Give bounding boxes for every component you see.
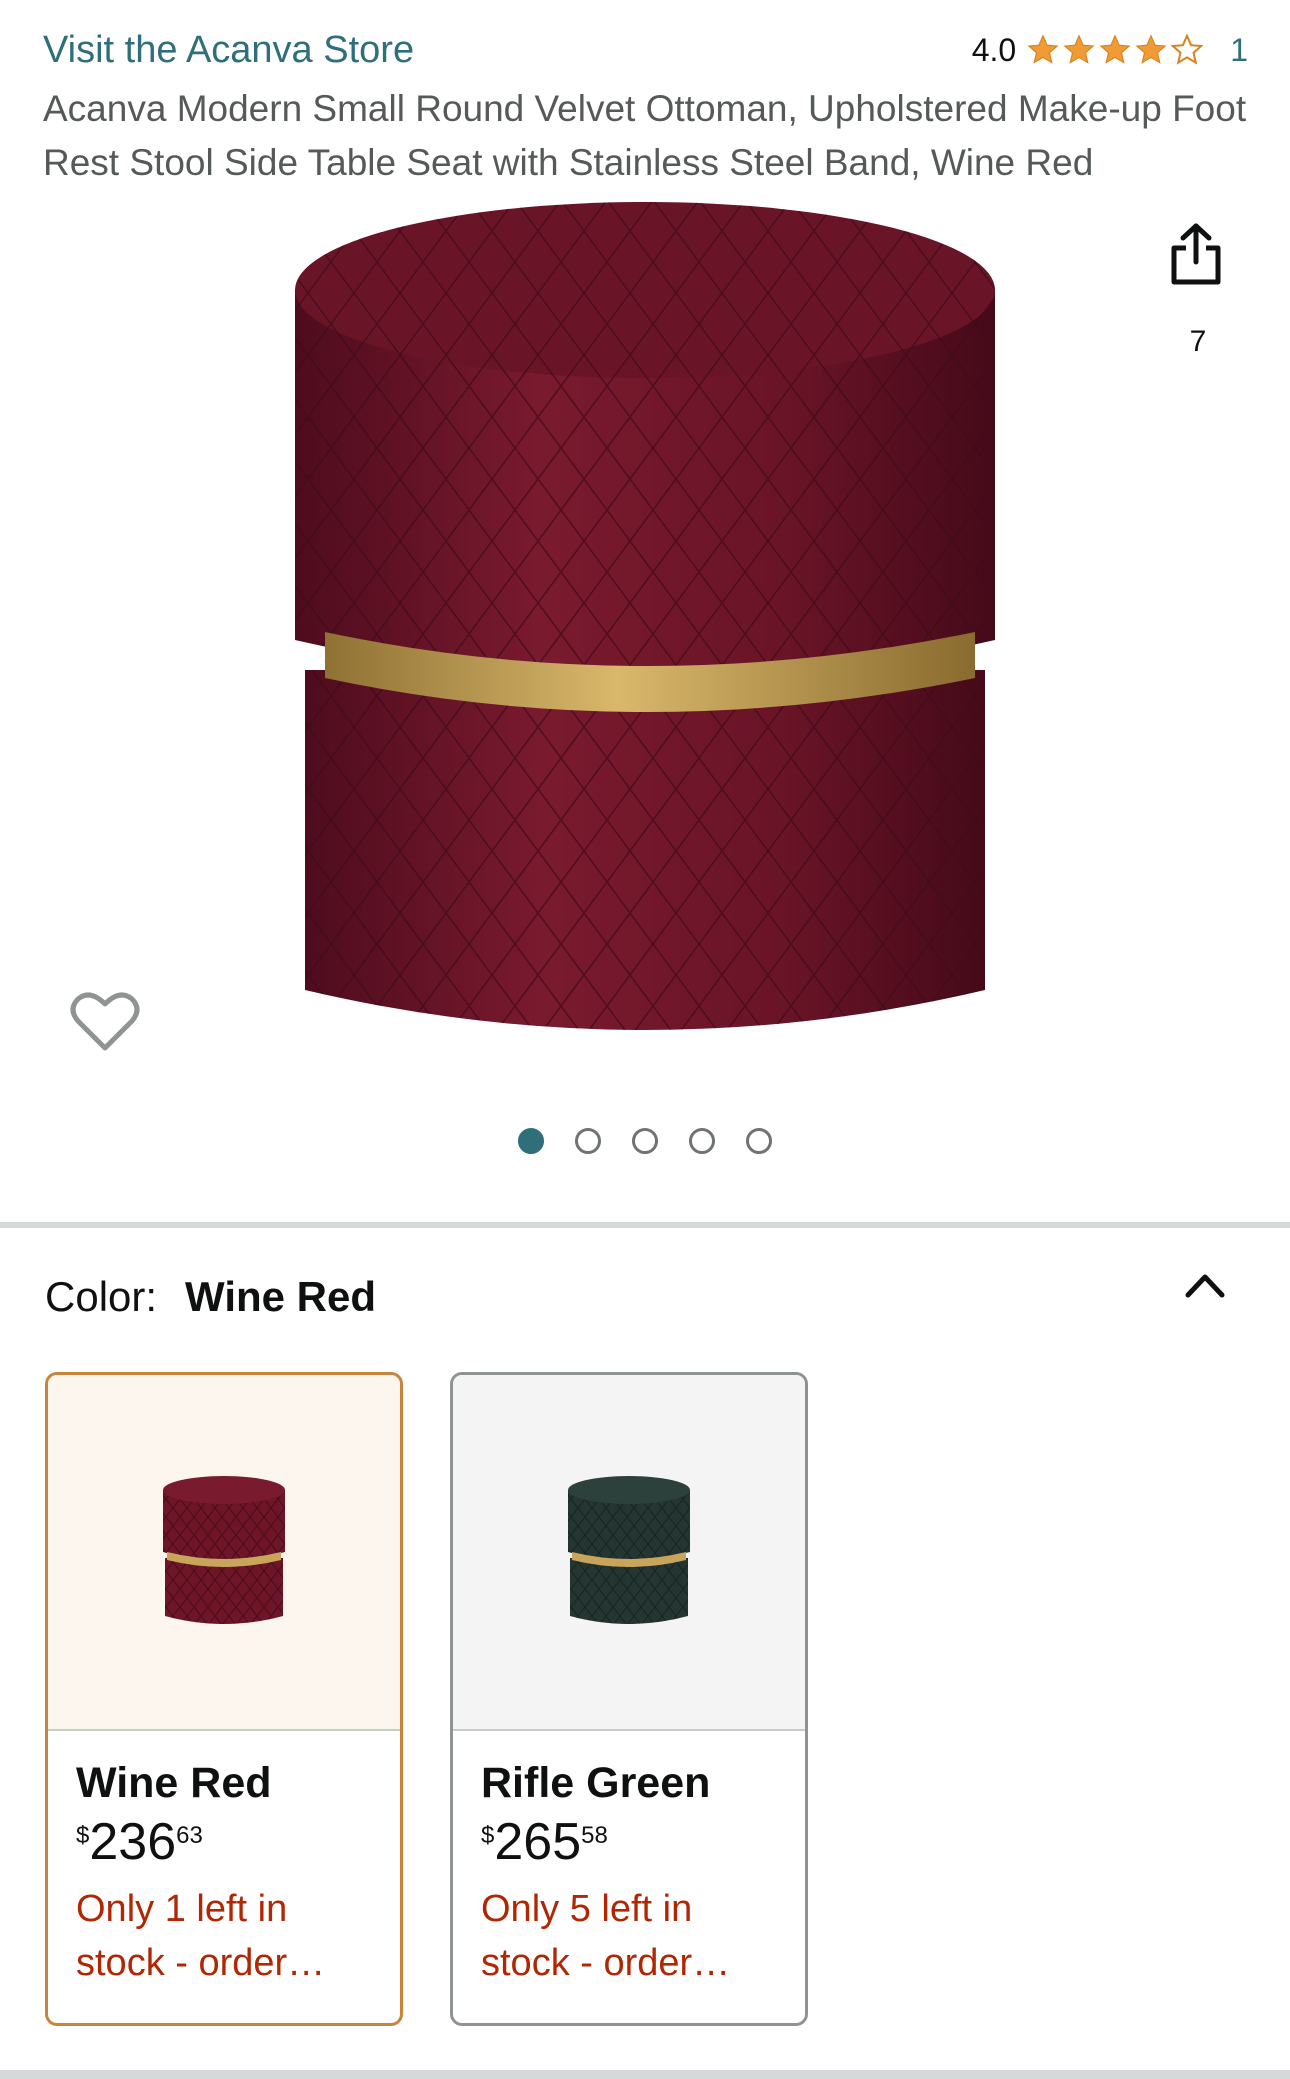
swatch-image bbox=[48, 1375, 400, 1731]
color-option-rifle-green[interactable]: Rifle Green $ 265 58 Only 5 left in stoc… bbox=[450, 1372, 808, 2026]
product-image[interactable] bbox=[285, 200, 1005, 1070]
image-count: 7 bbox=[1189, 325, 1207, 358]
option-price: $ 265 58 bbox=[481, 1816, 805, 1868]
stock-message: Only 1 left in stock - order… bbox=[76, 1888, 326, 1984]
ottoman-thumbnail bbox=[568, 1476, 690, 1624]
ottoman-thumbnail bbox=[163, 1476, 285, 1624]
rating-value: 4.0 bbox=[971, 31, 1017, 68]
share-icon[interactable] bbox=[1168, 222, 1224, 288]
option-details: Wine Red $ 236 63 Only 1 left in stock -… bbox=[48, 1731, 400, 1990]
color-selector-header[interactable]: Color: Wine Red bbox=[45, 1262, 1245, 1332]
pagination-dot[interactable] bbox=[575, 1128, 601, 1154]
price-fraction: 58 bbox=[581, 1822, 608, 1849]
star-filled-icon bbox=[1099, 34, 1131, 64]
option-details: Rifle Green $ 265 58 Only 5 left in stoc… bbox=[453, 1731, 805, 1990]
price-whole: 265 bbox=[494, 1813, 582, 1871]
pagination-dot-active[interactable] bbox=[518, 1128, 544, 1154]
chevron-up-icon[interactable] bbox=[1180, 1265, 1230, 1305]
rating-stars bbox=[1026, 33, 1204, 67]
color-label: Color: bbox=[45, 1273, 158, 1320]
star-filled-icon bbox=[1135, 34, 1167, 64]
stock-message: Only 5 left in stock - order… bbox=[481, 1888, 731, 1984]
star-filled-icon bbox=[1027, 34, 1059, 64]
swatch-image bbox=[453, 1375, 805, 1731]
store-rating-row: Visit the Acanva Store 4.0 1 bbox=[43, 24, 1248, 76]
heart-icon[interactable] bbox=[70, 990, 140, 1054]
product-title: Acanva Modern Small Round Velvet Ottoman… bbox=[43, 88, 1247, 183]
bottom-divider bbox=[0, 2070, 1290, 2079]
star-filled-icon bbox=[1063, 34, 1095, 64]
rating-summary[interactable]: 4.0 1 bbox=[972, 32, 1248, 69]
option-name: Wine Red bbox=[76, 1759, 272, 1807]
star-empty-icon bbox=[1170, 33, 1204, 65]
pagination-dot[interactable] bbox=[689, 1128, 715, 1154]
color-option-wine-red[interactable]: Wine Red $ 236 63 Only 1 left in stock -… bbox=[45, 1372, 403, 2026]
option-name: Rifle Green bbox=[481, 1759, 711, 1807]
price-symbol: $ bbox=[481, 1822, 495, 1849]
selected-color: Wine Red bbox=[185, 1273, 377, 1320]
price-whole: 236 bbox=[89, 1813, 177, 1871]
section-divider bbox=[0, 1222, 1290, 1228]
image-pagination bbox=[0, 1128, 1290, 1154]
rating-count[interactable]: 1 bbox=[1230, 32, 1248, 69]
visit-store-link[interactable]: Visit the Acanva Store bbox=[43, 29, 414, 72]
price-symbol: $ bbox=[76, 1822, 90, 1849]
price-fraction: 63 bbox=[176, 1822, 203, 1849]
option-price: $ 236 63 bbox=[76, 1816, 400, 1868]
pagination-dot[interactable] bbox=[632, 1128, 658, 1154]
pagination-dot[interactable] bbox=[746, 1128, 772, 1154]
